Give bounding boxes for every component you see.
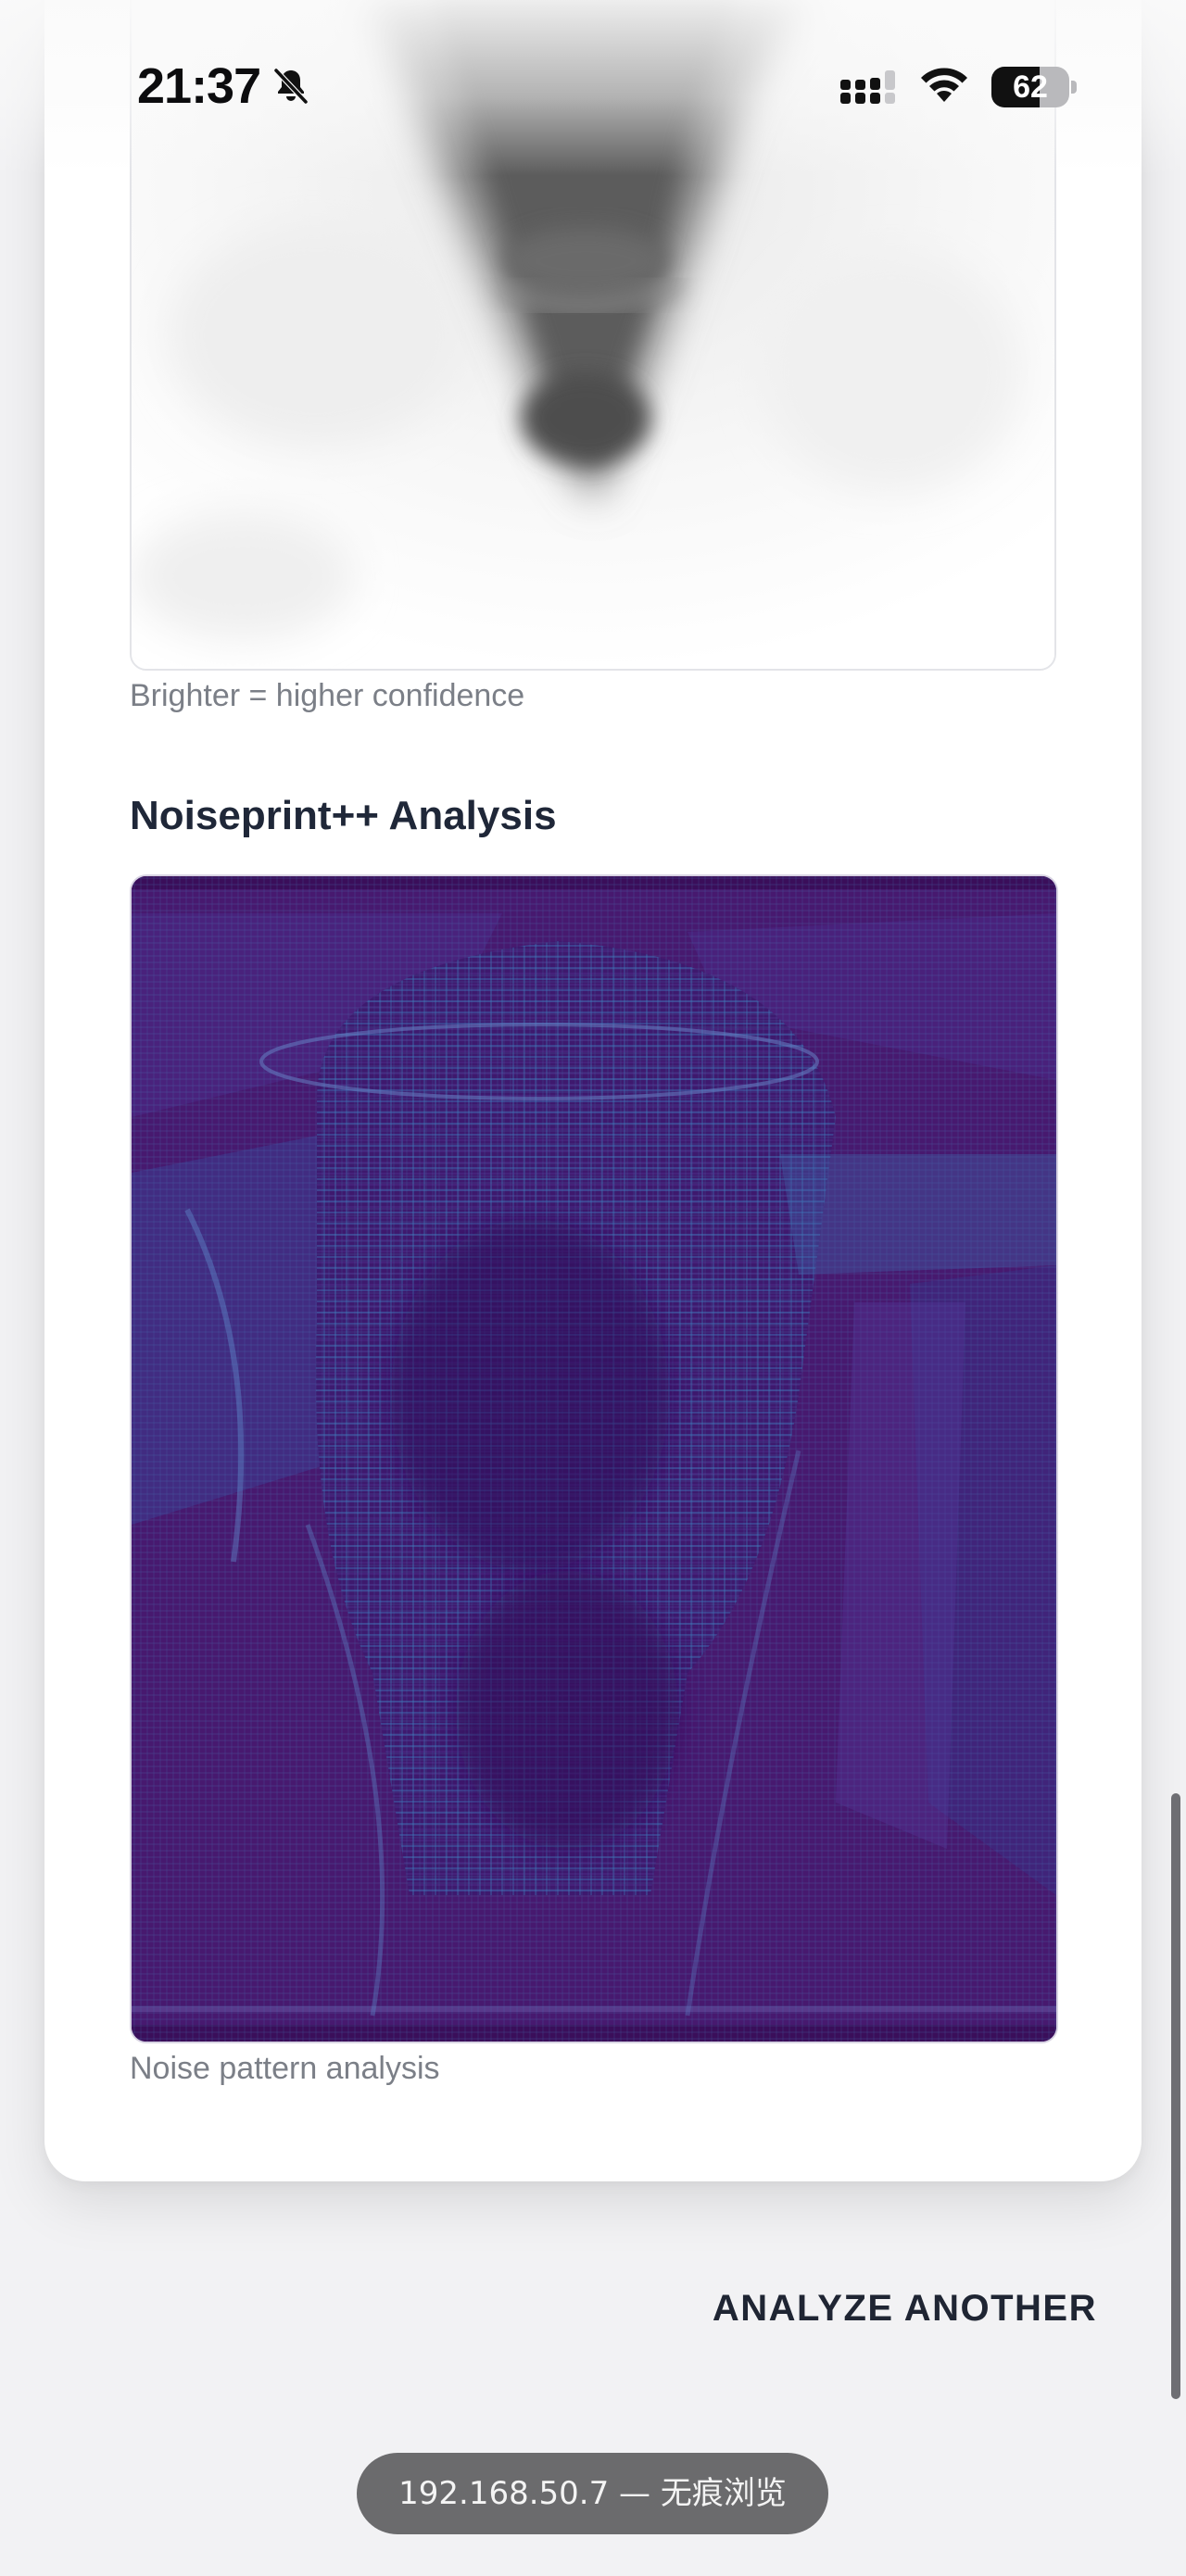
browser-url-pill[interactable]: 192.168.50.7 — 无痕浏览 (357, 2453, 828, 2534)
battery-icon: 62 (991, 67, 1077, 107)
scrollbar-thumb[interactable] (1171, 1793, 1180, 2399)
bell-slash-icon (273, 68, 309, 105)
wifi-icon (921, 68, 967, 102)
noiseprint-panel (130, 874, 1058, 2043)
noiseprint-image (132, 876, 1056, 2042)
status-time: 21:37 (137, 58, 261, 114)
battery-percentage: 62 (1013, 69, 1048, 105)
battery-body: 62 (991, 67, 1069, 107)
heatmap-caption: Brighter = higher confidence (130, 678, 525, 713)
status-bar: 21:37 62 (0, 0, 1186, 176)
analyze-another-button[interactable]: ANALYZE ANOTHER (713, 2279, 1097, 2339)
battery-tip (1071, 81, 1077, 94)
cellular-signal-icon (840, 70, 895, 104)
noiseprint-section-title: Noiseprint++ Analysis (130, 793, 557, 838)
noiseprint-caption: Noise pattern analysis (130, 2051, 440, 2086)
